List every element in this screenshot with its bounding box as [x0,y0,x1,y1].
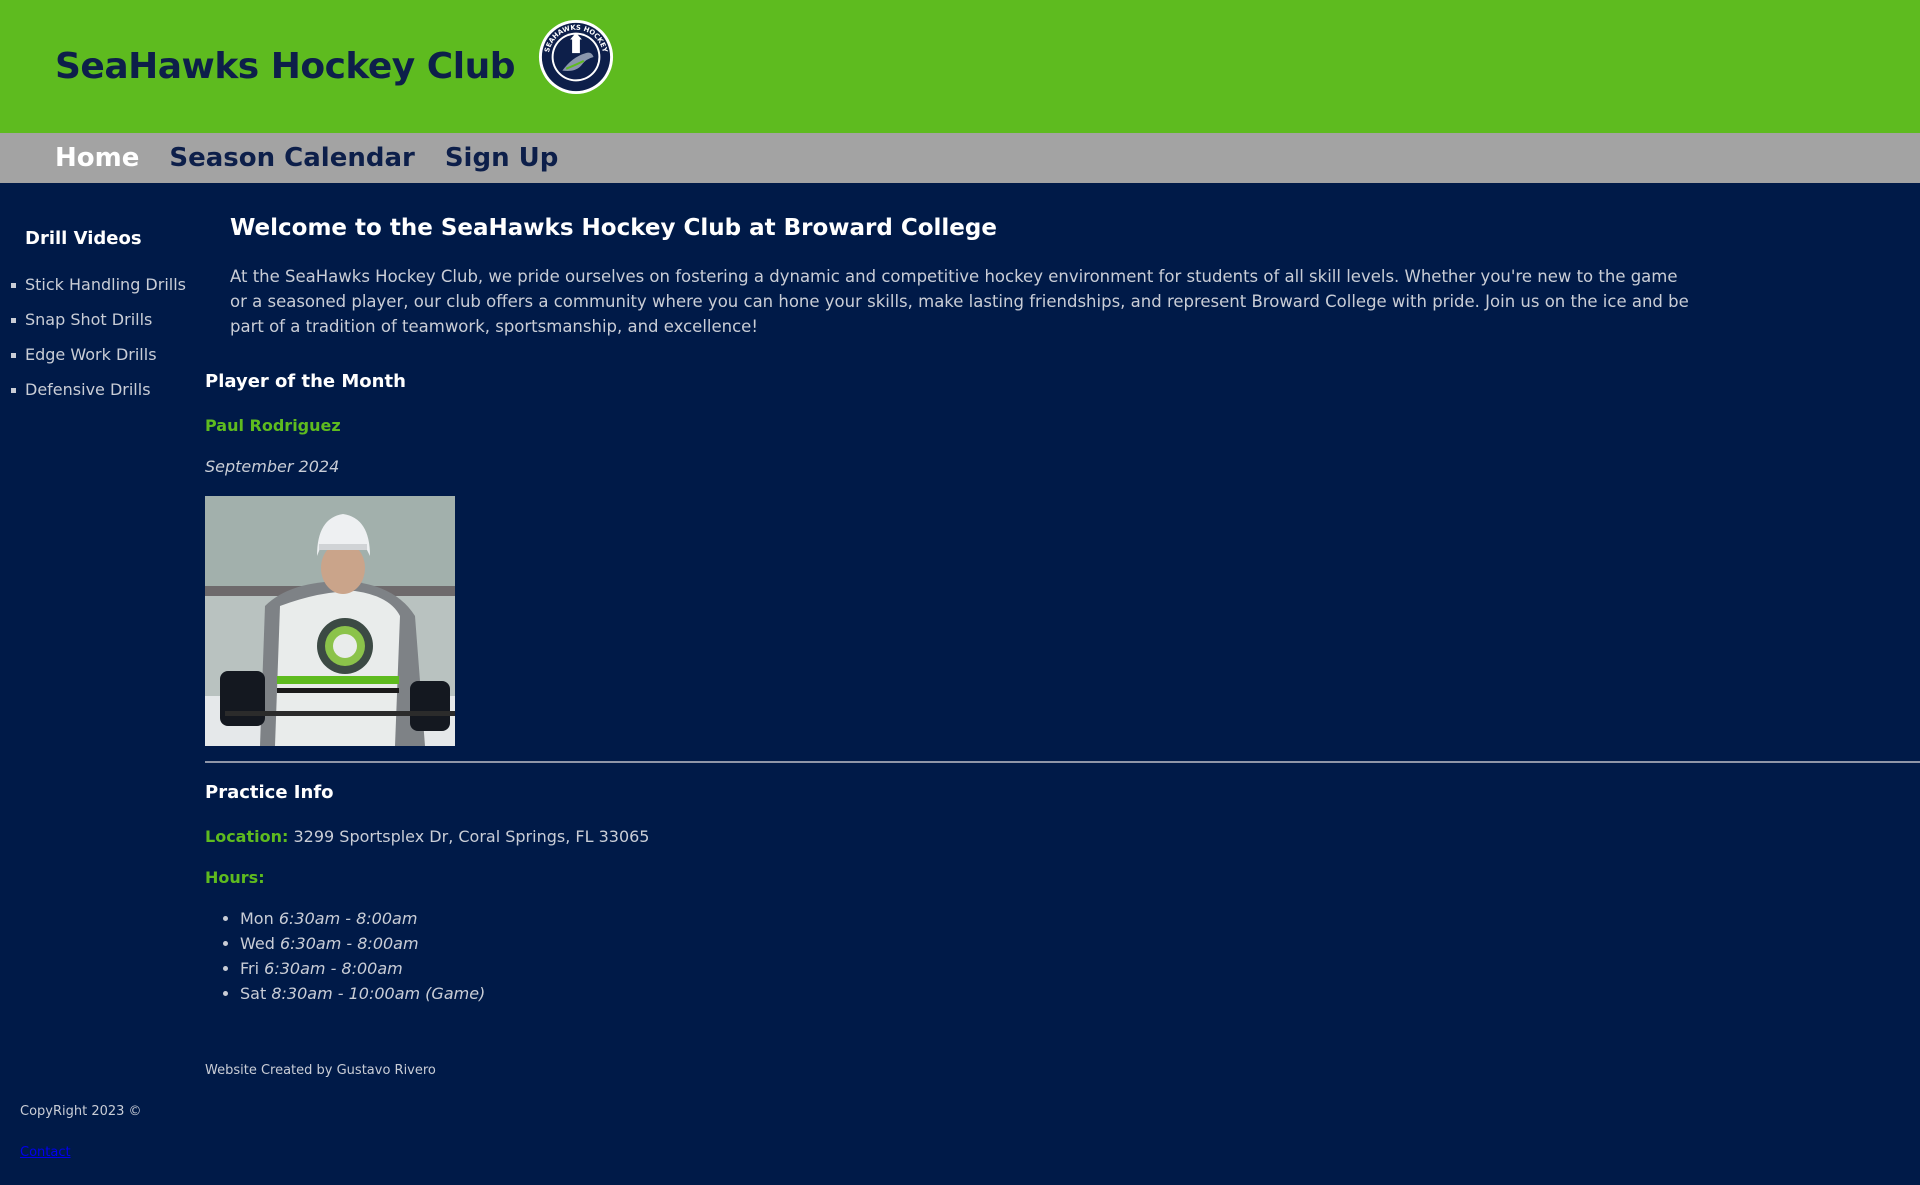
practice-info-heading: Practice Info [205,782,334,803]
drill-snap-shot[interactable]: Snap Shot Drills [0,310,186,345]
site-header: SeaHawks Hockey Club SEAHAWKS HOCKEY [0,0,1920,133]
hours-day: Fri [240,959,260,978]
practice-hours-list: Mon 6:30am - 8:00am Wed 6:30am - 8:00am … [205,906,485,1006]
page-content: Drill Videos Stick Handling Drills Snap … [0,183,1920,1185]
hours-day: Wed [240,934,275,953]
location-label: Location: [205,827,289,846]
hours-time: 6:30am - 8:00am [279,934,419,953]
drill-edge-work[interactable]: Edge Work Drills [0,345,186,380]
hours-item: Sat 8:30am - 10:00am (Game) [240,981,485,1006]
hours-day: Sat [240,984,267,1003]
main-nav: Home Season Calendar Sign Up [0,133,1920,183]
hours-day: Mon [240,909,274,928]
welcome-text: At the SeaHawks Hockey Club, we pride ou… [230,267,1689,336]
player-name: Paul Rodriguez [205,416,341,435]
nav-sign-up[interactable]: Sign Up [445,143,559,173]
section-divider [205,761,1920,763]
drill-defensive[interactable]: Defensive Drills [0,380,186,415]
seahawks-logo: SEAHAWKS HOCKEY [538,19,614,94]
sidebar-title: Drill Videos [25,228,142,249]
hours-item: Wed 6:30am - 8:00am [240,931,485,956]
site-title: SeaHawks Hockey Club [55,46,515,87]
player-of-month-heading: Player of the Month [205,371,406,392]
hours-time: 8:30am - 10:00am (Game) [271,984,486,1003]
site-credit: Website Created by Gustavo Rivero [205,1063,436,1078]
hours-time: 6:30am - 8:00am [264,959,403,978]
contact-link[interactable]: Contact [20,1145,71,1160]
hours-item: Mon 6:30am - 8:00am [240,906,485,931]
hours-time: 6:30am - 8:00am [278,909,418,928]
location-value: 3299 Sportsplex Dr, Coral Springs, FL 33… [293,827,650,846]
practice-location: Location: 3299 Sportsplex Dr, Coral Spri… [205,827,649,846]
drill-stick-handling[interactable]: Stick Handling Drills [0,275,186,310]
copyright: CopyRight 2023 © [20,1104,142,1119]
nav-season-calendar[interactable]: Season Calendar [169,143,414,173]
nav-home[interactable]: Home [55,143,139,173]
hours-label: Hours: [205,868,265,887]
welcome-title: Welcome to the SeaHawks Hockey Club at B… [230,215,997,241]
drill-video-list: Stick Handling Drills Snap Shot Drills E… [0,275,186,415]
hours-item: Fri 6:30am - 8:00am [240,956,485,981]
player-month-date: September 2024 [205,457,340,476]
player-photo [205,496,455,746]
